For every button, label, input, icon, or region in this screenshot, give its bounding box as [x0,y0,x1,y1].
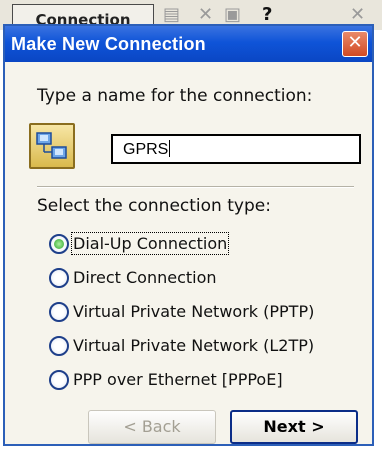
dialog-titlebar: Make New Connection ✕ [5,26,372,62]
section-divider [37,186,354,188]
connection-name-value: GPRS [123,141,169,158]
text-caret [169,140,171,157]
back-button[interactable]: < Back [88,410,216,444]
option-dial-up-label: Dial-Up Connection [70,232,230,255]
radio-direct[interactable] [49,268,69,288]
make-new-connection-dialog: Make New Connection ✕ Type a name for th… [3,24,374,446]
option-direct-label: Direct Connection [73,268,217,287]
radio-dial-up[interactable] [49,234,69,254]
radio-pppoe[interactable] [49,370,69,390]
name-prompt-label: Type a name for the connection: [37,86,313,106]
next-button[interactable]: Next > [230,410,358,444]
dialog-title: Make New Connection [11,34,206,54]
radio-vpn-pptp[interactable] [49,302,69,322]
toolbar-icon[interactable]: ▤ [163,4,180,25]
network-connection-icon [29,123,75,169]
close-button[interactable]: ✕ [342,31,368,57]
radio-vpn-l2tp[interactable] [49,336,69,356]
connection-name-input[interactable]: GPRS [111,134,361,164]
type-prompt-label: Select the connection type: [37,196,271,216]
option-pppoe-label: PPP over Ethernet [PPPoE] [73,370,283,389]
help-icon[interactable]: ? [262,4,272,25]
option-vpn-l2tp-label: Virtual Private Network (L2TP) [73,336,315,355]
close-icon: ✕ [347,32,363,53]
option-vpn-pptp-label: Virtual Private Network (PPTP) [73,302,315,321]
background-close-icon[interactable]: ✕ [350,4,365,25]
delete-icon[interactable]: ✕ [198,4,213,25]
properties-icon[interactable]: ▣ [224,4,241,25]
